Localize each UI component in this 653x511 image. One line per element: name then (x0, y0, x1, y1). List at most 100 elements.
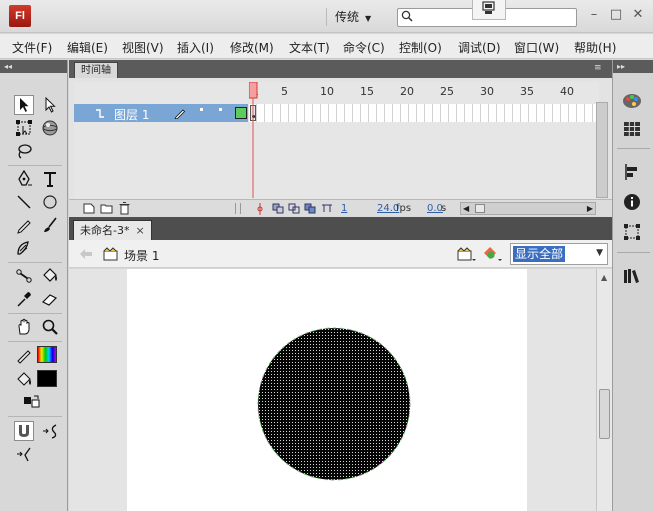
circle-shape[interactable] (255, 325, 413, 483)
stroke-color-icon[interactable] (14, 345, 34, 365)
stage-vertical-scrollbar[interactable]: ▲ (596, 269, 612, 511)
timeline-horizontal-scrollbar[interactable]: ◀ ▶ (460, 202, 596, 215)
edit-multiple-frames-icon[interactable] (304, 203, 316, 214)
text-tool-icon[interactable] (40, 169, 60, 189)
smooth-icon[interactable] (40, 421, 60, 441)
oval-tool-icon[interactable] (40, 192, 60, 212)
sync-icon (482, 1, 495, 14)
document-tab[interactable]: 未命名-3* × (73, 220, 152, 240)
scene-label[interactable]: 场景 1 (124, 247, 159, 264)
frame-row[interactable] (249, 104, 599, 122)
fill-color-swatch[interactable] (37, 370, 57, 387)
pencil-tool-icon[interactable] (14, 215, 34, 235)
scroll-up-icon[interactable]: ▲ (601, 273, 607, 282)
center-frame-icon[interactable] (255, 203, 265, 215)
menu-window[interactable]: 窗口(W) (514, 39, 559, 56)
eraser-tool-icon[interactable] (40, 289, 60, 309)
3d-rotation-tool-icon[interactable] (40, 118, 60, 138)
menu-edit[interactable]: 编辑(E) (67, 39, 108, 56)
dock-header[interactable]: ▸▸ (613, 60, 653, 73)
snap-to-objects-icon[interactable] (14, 421, 34, 441)
menu-commands[interactable]: 命令(C) (343, 39, 385, 56)
layer-icon (96, 109, 104, 118)
scroll-left-icon[interactable]: ◀ (463, 204, 469, 213)
minimize-button[interactable]: – (586, 7, 602, 23)
tools-panel-header[interactable]: ◂◂ (0, 60, 67, 73)
chevron-down-icon[interactable]: ▼ (596, 248, 603, 258)
zoom-tool-icon[interactable] (40, 317, 60, 337)
hand-tool-icon[interactable] (14, 317, 34, 337)
menu-file[interactable]: 文件(F) (12, 39, 52, 56)
fill-color-icon[interactable] (14, 369, 34, 389)
workspace-switcher[interactable]: 传统 ▼ (326, 8, 371, 26)
brush-tool-icon[interactable] (40, 215, 60, 235)
layer-outline-color[interactable] (235, 107, 247, 119)
stage-canvas[interactable] (127, 269, 527, 511)
eyedropper-tool-icon[interactable] (14, 289, 34, 309)
color-panel-icon[interactable] (621, 90, 643, 112)
frame-grid[interactable]: 1 5 10 15 20 25 30 35 40 (249, 82, 599, 199)
panel-menu-icon[interactable]: ≡ (594, 63, 608, 73)
swatches-panel-icon[interactable] (621, 118, 643, 140)
straighten-icon[interactable] (14, 444, 34, 464)
new-folder-icon[interactable] (100, 203, 113, 214)
dock-separator (617, 148, 650, 149)
back-arrow-icon[interactable] (79, 248, 93, 260)
menu-debug[interactable]: 调试(D) (458, 39, 501, 56)
free-transform-tool-icon[interactable] (14, 118, 34, 138)
edit-scene-icon[interactable] (457, 246, 477, 262)
edit-symbols-icon[interactable] (482, 245, 504, 262)
lock-dot[interactable] (219, 108, 222, 111)
menu-modify[interactable]: 修改(M) (230, 39, 274, 56)
menu-view[interactable]: 视图(V) (122, 39, 164, 56)
modify-onion-markers-icon[interactable] (321, 203, 333, 214)
scroll-thumb[interactable] (599, 389, 610, 439)
swap-colors-icon[interactable] (22, 392, 42, 412)
close-icon[interactable]: × (135, 224, 144, 237)
stroke-color-swatch[interactable] (37, 346, 57, 363)
menu-bar: 文件(F) 编辑(E) 视图(V) 插入(I) 修改(M) 文本(T) 命令(C… (0, 34, 653, 59)
library-panel-icon[interactable] (621, 265, 643, 287)
timeline-vertical-scrollbar[interactable] (596, 102, 608, 198)
stage-pasteboard[interactable] (69, 269, 596, 511)
chevron-down-icon: ▼ (365, 14, 372, 23)
frame-number: 25 (440, 85, 454, 98)
maximize-button[interactable]: □ (608, 7, 624, 23)
search-icon (401, 10, 413, 22)
bone-tool-icon[interactable] (14, 266, 34, 286)
lasso-tool-icon[interactable] (14, 141, 34, 161)
paint-bucket-tool-icon[interactable] (40, 266, 60, 286)
transform-panel-icon[interactable] (621, 221, 643, 243)
visibility-dot[interactable] (200, 108, 203, 111)
current-frame-value[interactable]: 1 (341, 203, 347, 214)
menu-help[interactable]: 帮助(H) (574, 39, 616, 56)
deco-tool-icon[interactable] (14, 238, 34, 258)
playhead[interactable] (249, 82, 259, 198)
tool-separator (8, 341, 62, 342)
new-layer-icon[interactable] (83, 203, 95, 214)
close-window-button[interactable]: ✕ (630, 7, 646, 23)
selection-tool-icon[interactable] (14, 95, 34, 115)
pen-tool-icon[interactable] (14, 169, 34, 189)
onion-skin-outlines-icon[interactable] (288, 203, 300, 214)
align-panel-icon[interactable] (621, 161, 643, 183)
subselection-tool-icon[interactable] (40, 95, 60, 115)
line-tool-icon[interactable] (14, 192, 34, 212)
tool-separator (8, 313, 62, 314)
menu-insert[interactable]: 插入(I) (177, 39, 214, 56)
zoom-select[interactable]: 显示全部 ▼ (510, 243, 608, 265)
scroll-right-icon[interactable]: ▶ (587, 204, 593, 213)
info-panel-icon[interactable] (621, 191, 643, 213)
layer-list: 图层 1 (74, 82, 248, 199)
onion-skin-icon[interactable] (272, 203, 284, 214)
zoom-value: 显示全部 (513, 246, 566, 262)
sync-settings-button[interactable] (472, 0, 506, 20)
tab-timeline[interactable]: 时间轴 (74, 62, 118, 78)
menu-text[interactable]: 文本(T) (289, 39, 330, 56)
timeline-splitter[interactable] (235, 203, 241, 214)
menu-control[interactable]: 控制(O) (399, 39, 442, 56)
delete-layer-icon[interactable] (119, 202, 130, 215)
scroll-thumb[interactable] (475, 204, 485, 213)
layer-name: 图层 1 (114, 108, 150, 122)
layer-row[interactable]: 图层 1 (74, 104, 248, 122)
